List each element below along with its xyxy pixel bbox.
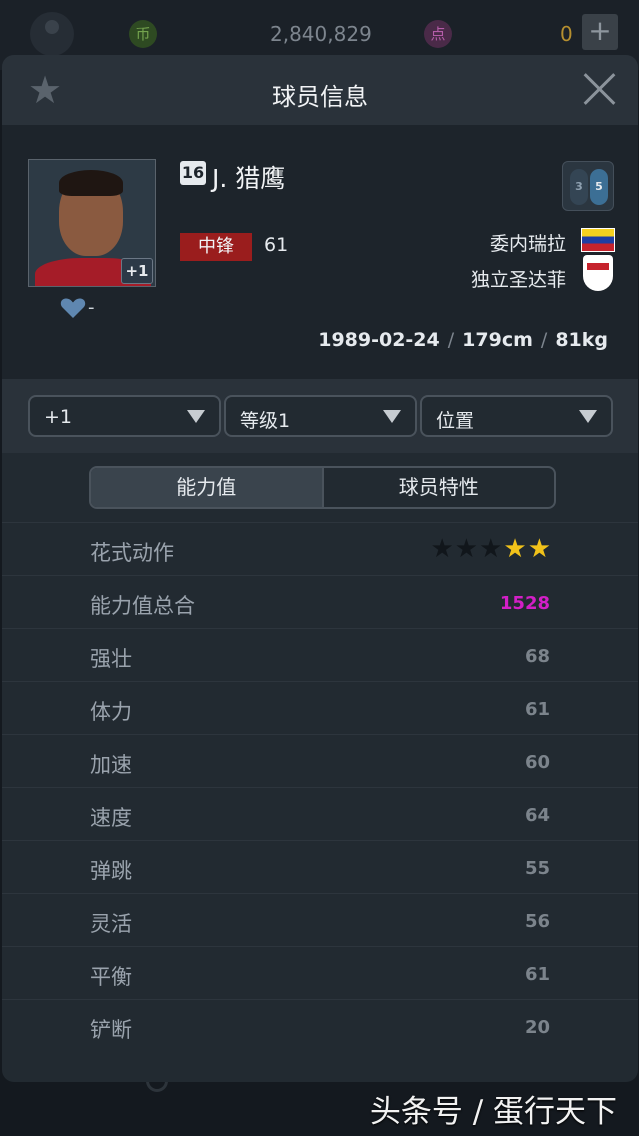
chevron-down-icon bbox=[579, 410, 597, 423]
stat-label: 铲断 bbox=[90, 1018, 132, 1042]
total-stats-label: 能力值总合 bbox=[90, 594, 195, 618]
skill-moves-label: 花式动作 bbox=[90, 541, 174, 565]
bio-separator: / bbox=[540, 329, 548, 351]
chevron-down-icon bbox=[187, 410, 205, 423]
weight: 81kg bbox=[555, 329, 608, 351]
strong-foot-value: 5 bbox=[590, 169, 608, 205]
position-select-value: 位置 bbox=[436, 410, 475, 432]
stat-label: 弹跳 bbox=[90, 859, 132, 883]
stat-value: 55 bbox=[524, 858, 550, 879]
watermark: 头条号 / 蛋行天下 bbox=[369, 1094, 617, 1130]
stat-label: 灵活 bbox=[90, 912, 132, 936]
star-filled-icon: ★ bbox=[503, 534, 528, 564]
stat-row: 铲断 20 bbox=[2, 999, 638, 1052]
coin-icon: 币 bbox=[129, 20, 157, 48]
stat-value: 61 bbox=[524, 964, 550, 985]
birth-date: 1989-02-24 bbox=[318, 329, 440, 351]
points-value: 0 bbox=[560, 22, 573, 46]
coins-value: 2,840,829 bbox=[270, 22, 372, 46]
stat-row: 弹跳 55 bbox=[2, 840, 638, 893]
star-empty-icon: ★ bbox=[430, 534, 455, 564]
stat-row: 速度 64 bbox=[2, 787, 638, 840]
level-select[interactable]: 等级1 bbox=[224, 395, 417, 437]
stat-value: 64 bbox=[524, 805, 550, 826]
level-select-value: 等级1 bbox=[240, 410, 291, 432]
stat-value: 20 bbox=[524, 1017, 550, 1038]
photo-hair bbox=[59, 170, 123, 196]
bio-separator: / bbox=[447, 329, 455, 351]
skill-moves-stars: ★★★★★ bbox=[430, 534, 552, 564]
stat-label: 速度 bbox=[90, 806, 132, 830]
enhance-level-badge: +1 bbox=[121, 258, 153, 284]
star-empty-icon: ★ bbox=[454, 534, 480, 564]
stats-tabs: 能力值 球员特性 bbox=[89, 466, 556, 509]
tab-traits[interactable]: 球员特性 bbox=[321, 468, 555, 507]
enhance-select[interactable]: +1 bbox=[28, 395, 221, 437]
star-empty-icon: ★ bbox=[479, 534, 504, 564]
total-stats-row: 能力值总合 1528 bbox=[2, 575, 638, 628]
weak-foot-value: 3 bbox=[570, 169, 588, 205]
club-name: 独立圣达菲 bbox=[470, 269, 566, 291]
manager-avatar-icon[interactable] bbox=[30, 12, 74, 56]
stat-value: 61 bbox=[524, 699, 550, 720]
venezuela-flag-icon bbox=[581, 228, 615, 252]
stat-row: 平衡 61 bbox=[2, 946, 638, 999]
point-icon: 点 bbox=[424, 20, 452, 48]
overall-rating: 61 bbox=[264, 234, 289, 256]
stat-value: 56 bbox=[524, 911, 550, 932]
stat-value: 68 bbox=[524, 646, 550, 667]
stat-row: 灵活 56 bbox=[2, 893, 638, 946]
player-name: J. 猎鹰 bbox=[212, 164, 286, 193]
stat-row: 强壮 68 bbox=[2, 628, 638, 681]
player-bio: 1989-02-24 / 179cm / 81kg bbox=[318, 329, 608, 351]
stat-label: 强壮 bbox=[90, 647, 132, 671]
position-select[interactable]: 位置 bbox=[420, 395, 613, 437]
club-crest-icon bbox=[583, 255, 613, 291]
position-badge: 中锋 bbox=[180, 233, 252, 261]
stat-row: 体力 61 bbox=[2, 681, 638, 734]
stat-label: 体力 bbox=[90, 700, 132, 724]
stat-row: 加速 60 bbox=[2, 734, 638, 787]
player-photo: +1 bbox=[28, 159, 156, 287]
tab-stats[interactable]: 能力值 bbox=[91, 468, 322, 507]
dialog-header: ★ 球员信息 bbox=[2, 55, 638, 125]
dialog-title: 球员信息 bbox=[272, 83, 368, 111]
stat-label: 平衡 bbox=[90, 965, 132, 989]
enhance-select-value: +1 bbox=[44, 406, 73, 428]
filter-row: +1 等级1 位置 bbox=[2, 379, 638, 453]
favorites-count: - bbox=[88, 297, 95, 318]
star-filled-icon: ★ bbox=[527, 534, 552, 564]
nationality: 委内瑞拉 bbox=[489, 233, 566, 255]
stat-value: 60 bbox=[524, 752, 550, 773]
chevron-down-icon bbox=[383, 410, 401, 423]
stat-label: 加速 bbox=[90, 753, 132, 777]
player-info-section: +1 - 16 J. 猎鹰 中锋 61 3 5 委内瑞拉 独立圣达菲 1989-… bbox=[2, 125, 638, 379]
player-info-dialog: ★ 球员信息 +1 - 16 J. 猎鹰 中锋 61 3 5 委内瑞拉 独立圣达… bbox=[2, 55, 638, 1082]
jersey-number-badge: 16 bbox=[180, 161, 206, 185]
add-points-button[interactable]: + bbox=[582, 14, 618, 50]
total-stats-value: 1528 bbox=[499, 593, 550, 614]
close-button[interactable] bbox=[582, 71, 618, 107]
skill-moves-row: 花式动作 ★★★★★ bbox=[2, 522, 638, 575]
height: 179cm bbox=[462, 329, 533, 351]
preferred-foot-icon: 3 5 bbox=[562, 161, 614, 211]
heart-icon[interactable] bbox=[60, 297, 86, 319]
stats-list: 花式动作 ★★★★★ 能力值总合 1528 强壮 68 体力 61 加速 60 速度 64 弹跳… bbox=[2, 522, 638, 1052]
